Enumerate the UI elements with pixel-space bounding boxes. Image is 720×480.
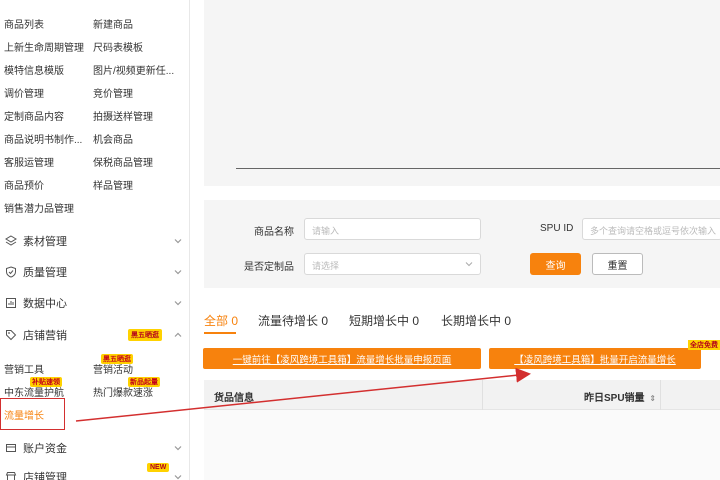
store-icon bbox=[5, 471, 17, 480]
menu-marketing[interactable]: 店铺营销 黑五晒逛 bbox=[0, 320, 190, 350]
sidebar-item[interactable]: 定制商品内容 bbox=[4, 108, 86, 123]
sidebar-item[interactable]: 竞价管理 bbox=[93, 85, 181, 100]
highlight-box bbox=[0, 398, 65, 430]
column-yesterday-sales[interactable]: 昨日SPU销量 ⇕ bbox=[584, 389, 656, 404]
chevron-down-icon bbox=[174, 301, 182, 306]
tag-icon bbox=[5, 329, 17, 341]
column-divider bbox=[482, 380, 483, 410]
sidebar: 商品列表 新建商品 上新生命周期管理 尺码表模板 模特信息模版 图片/视频更新任… bbox=[0, 0, 190, 480]
menu-account-funds[interactable]: 账户资金 bbox=[0, 433, 190, 463]
sidebar-item[interactable]: 保税商品管理 bbox=[93, 154, 181, 169]
sidebar-item[interactable]: 图片/视频更新任... bbox=[93, 62, 181, 77]
menu-label: 质量管理 bbox=[23, 267, 67, 279]
shield-icon bbox=[5, 266, 17, 278]
menu-label: 店铺营销 bbox=[23, 330, 67, 342]
menu-data-center[interactable]: 数据中心 bbox=[0, 288, 190, 318]
chevron-down-icon bbox=[465, 262, 473, 267]
reset-button[interactable]: 重置 bbox=[592, 253, 643, 275]
tab-pending-growth[interactable]: 流量待增长 0 bbox=[258, 312, 328, 329]
promo-badge: 黑五晒逛 bbox=[128, 329, 162, 341]
table-header: 货品信息 昨日SPU销量 ⇕ bbox=[204, 380, 720, 410]
chevron-down-icon bbox=[174, 446, 182, 451]
sidebar-item[interactable]: 客服运管理 bbox=[4, 154, 86, 169]
chevron-up-icon bbox=[174, 332, 182, 337]
chevron-down-icon bbox=[174, 239, 182, 244]
chart-icon bbox=[5, 297, 17, 309]
query-button[interactable]: 查询 bbox=[530, 253, 581, 275]
menu-store-management[interactable]: 店铺管理 NEW bbox=[0, 462, 190, 480]
sidebar-item[interactable]: 销售潜力品管理 bbox=[4, 200, 86, 215]
spu-id-label: SPU ID bbox=[540, 223, 574, 234]
menu-label: 店铺管理 bbox=[23, 472, 67, 480]
sort-icon: ⇕ bbox=[649, 394, 657, 403]
free-tag: 全店免费 bbox=[688, 340, 720, 350]
sidebar-item[interactable]: 商品预价 bbox=[4, 177, 86, 192]
sidebar-item[interactable]: 商品说明书制作... bbox=[4, 131, 86, 146]
batch-apply-link-button[interactable]: 一键前往【凌风跨境工具箱】流量增长批量申报页面 bbox=[203, 348, 481, 369]
column-divider bbox=[660, 380, 661, 410]
layers-icon bbox=[5, 235, 17, 247]
product-name-label: 商品名称 bbox=[254, 227, 294, 238]
sidebar-item[interactable]: 新建商品 bbox=[93, 16, 181, 31]
table-body bbox=[204, 410, 720, 480]
button-label: 一键前往【凌风跨境工具箱】流量增长批量申报页面 bbox=[232, 354, 452, 366]
batch-enable-growth-button[interactable]: 【凌风跨境工具箱】批量开启流量增长 bbox=[489, 348, 701, 369]
select-placeholder: 请选择 bbox=[312, 261, 340, 271]
menu-label: 数据中心 bbox=[23, 298, 67, 310]
menu-label: 素材管理 bbox=[23, 236, 67, 248]
sidebar-item[interactable]: 机会商品 bbox=[93, 131, 181, 146]
sidebar-item[interactable]: 调价管理 bbox=[4, 85, 86, 100]
custom-product-select[interactable]: 请选择 bbox=[304, 253, 481, 275]
menu-quality[interactable]: 质量管理 bbox=[0, 257, 190, 287]
tab-long-term-growth[interactable]: 长期增长中 0 bbox=[441, 312, 511, 329]
active-tab-indicator bbox=[204, 332, 236, 334]
sidebar-item[interactable]: 上新生命周期管理 bbox=[4, 39, 86, 54]
sidebar-item[interactable]: 样品管理 bbox=[93, 177, 181, 192]
spu-id-input[interactable]: 多个查询请空格或逗号依次输入 bbox=[582, 218, 720, 240]
promo-tag: 黑五晒逛 bbox=[101, 354, 133, 364]
wallet-icon bbox=[5, 442, 17, 454]
sidebar-item[interactable]: 拍摄送样管理 bbox=[93, 108, 181, 123]
tab-all[interactable]: 全部 0 bbox=[204, 312, 238, 329]
button-label: 【凌风跨境工具箱】批量开启流量增长 bbox=[514, 354, 676, 366]
sidebar-item[interactable]: 尺码表模板 bbox=[93, 39, 181, 54]
product-name-input[interactable]: 请输入 bbox=[304, 218, 481, 240]
top-panel bbox=[204, 0, 720, 186]
divider bbox=[236, 168, 720, 169]
new-badge: NEW bbox=[147, 463, 170, 472]
chevron-down-icon bbox=[174, 270, 182, 275]
column-product-info: 货品信息 bbox=[214, 393, 254, 404]
promo-tag: 补贴速领 bbox=[30, 377, 62, 387]
menu-label: 账户资金 bbox=[23, 443, 67, 455]
tab-short-term-growth[interactable]: 短期增长中 0 bbox=[349, 312, 419, 329]
custom-product-label: 是否定制品 bbox=[244, 262, 294, 273]
promo-tag: 新品起量 bbox=[128, 377, 160, 387]
column-label: 昨日SPU销量 bbox=[584, 393, 645, 404]
submenu-marketing-tools[interactable]: 营销工具 bbox=[4, 361, 44, 376]
sidebar-item[interactable]: 商品列表 bbox=[4, 16, 86, 31]
chevron-down-icon bbox=[174, 475, 182, 480]
sidebar-item[interactable]: 模特信息模版 bbox=[4, 62, 86, 77]
menu-material[interactable]: 素材管理 bbox=[0, 226, 190, 256]
